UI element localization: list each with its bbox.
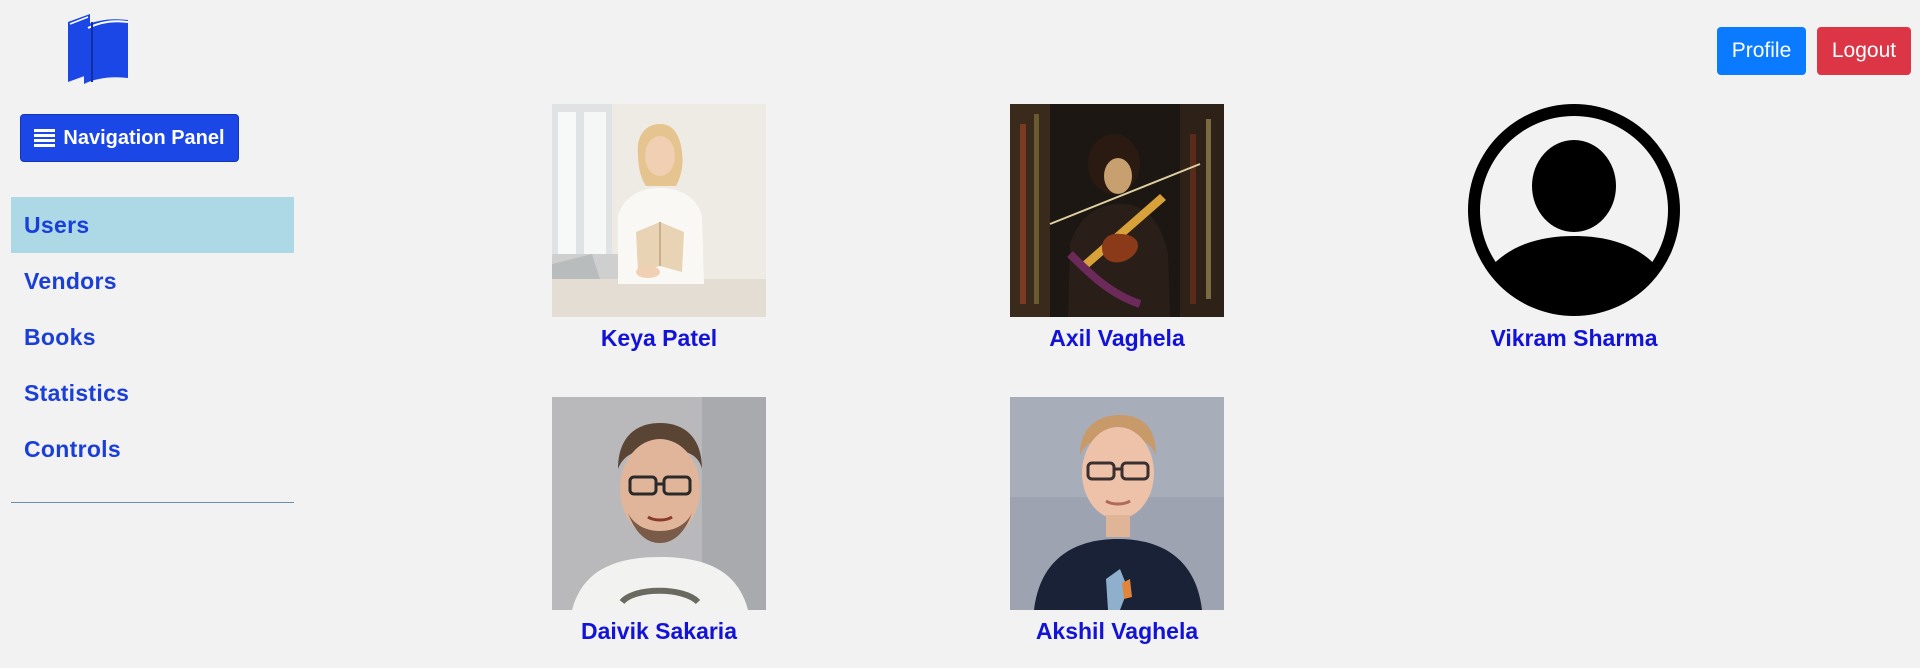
sidebar-item-label: Users xyxy=(24,211,90,238)
user-card[interactable]: Daivik Sakaria xyxy=(552,397,766,645)
woman-reading-photo xyxy=(552,104,766,317)
violinist-painting-photo xyxy=(1010,104,1224,317)
user-name[interactable]: Keya Patel xyxy=(552,324,766,352)
sidebar-item-books[interactable]: Books xyxy=(11,309,294,365)
sidebar: Users Vendors Books Statistics Controls xyxy=(11,197,294,477)
sidebar-item-label: Controls xyxy=(24,435,121,462)
hamburger-icon xyxy=(34,129,56,147)
sidebar-item-label: Statistics xyxy=(24,379,130,406)
default-avatar-icon xyxy=(1467,104,1681,317)
books-logo-icon xyxy=(66,12,134,88)
logout-button[interactable]: Logout xyxy=(1817,27,1911,75)
user-name[interactable]: Akshil Vaghela xyxy=(1010,617,1224,645)
user-card[interactable]: Keya Patel xyxy=(552,104,766,352)
sidebar-item-statistics[interactable]: Statistics xyxy=(11,365,294,421)
user-name[interactable]: Vikram Sharma xyxy=(1467,324,1681,352)
profile-button[interactable]: Profile xyxy=(1717,27,1806,75)
user-card[interactable]: Vikram Sharma xyxy=(1467,104,1681,352)
sidebar-item-vendors[interactable]: Vendors xyxy=(11,253,294,309)
sidebar-divider xyxy=(11,502,294,503)
user-card[interactable]: Axil Vaghela xyxy=(1010,104,1224,352)
man-glasses-navy-shirt-photo xyxy=(1010,397,1224,610)
sidebar-item-controls[interactable]: Controls xyxy=(11,421,294,477)
sidebar-item-label: Books xyxy=(24,323,96,350)
navigation-panel-button[interactable]: Navigation Panel xyxy=(20,114,239,162)
navigation-panel-label: Navigation Panel xyxy=(63,126,225,149)
user-name[interactable]: Daivik Sakaria xyxy=(552,617,766,645)
user-card[interactable]: Akshil Vaghela xyxy=(1010,397,1224,645)
sidebar-item-label: Vendors xyxy=(24,267,117,294)
man-glasses-photo xyxy=(552,397,766,610)
user-name[interactable]: Axil Vaghela xyxy=(1010,324,1224,352)
sidebar-item-users[interactable]: Users xyxy=(11,197,294,253)
